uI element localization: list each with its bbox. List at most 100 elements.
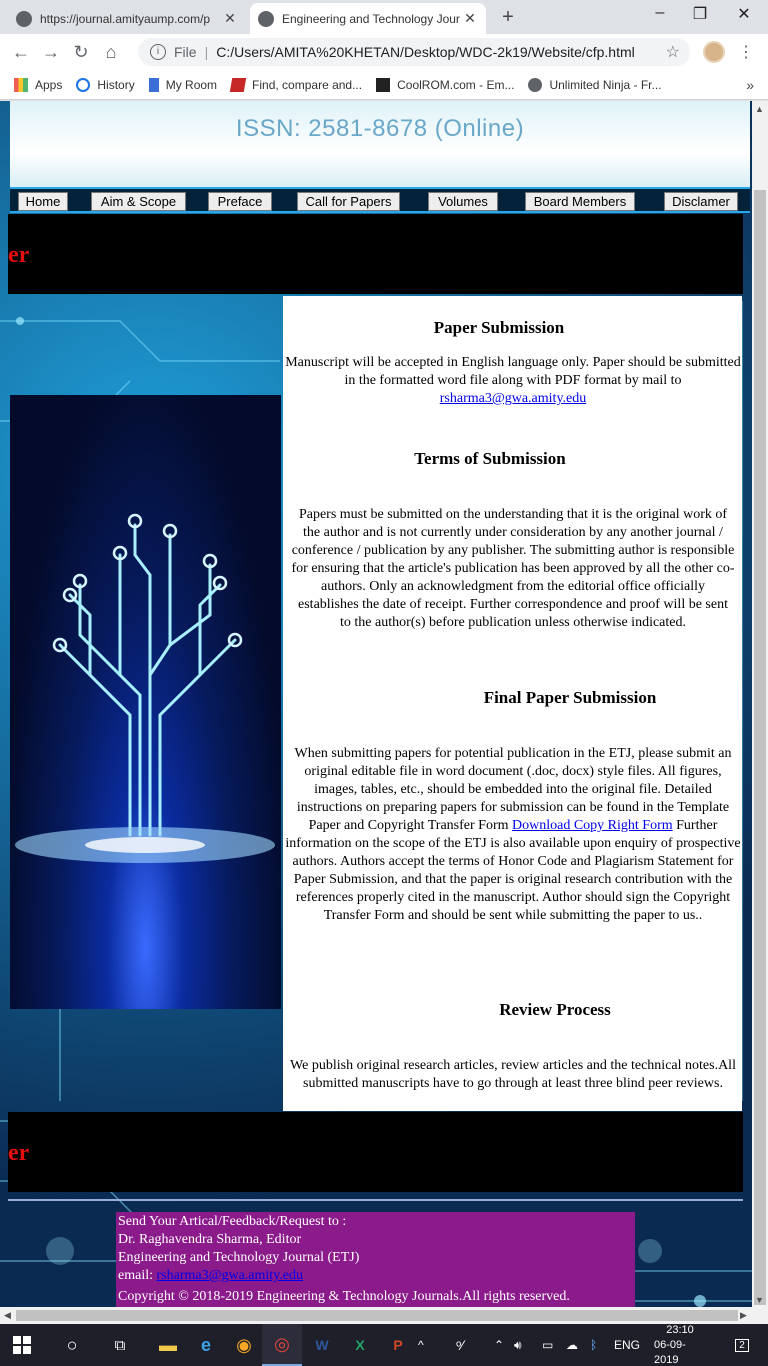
tray-up-icon[interactable]: ⌃: [494, 1324, 504, 1366]
browser-tab-1[interactable]: https://journal.amityaump.com/p ✕: [8, 3, 246, 34]
bluetooth-icon[interactable]: ᛒ: [590, 1324, 597, 1366]
address-separator: |: [204, 44, 209, 60]
address-bar[interactable]: i File | C:/Users/AMITA%20KHETAN/Desktop…: [138, 38, 690, 66]
scroll-right-arrow-icon[interactable]: ▶: [740, 1310, 747, 1321]
history-icon: [76, 77, 91, 92]
nav-call-for-papers[interactable]: Call for Papers: [297, 192, 400, 211]
section-title-final-submission: Final Paper Submission: [483, 688, 657, 707]
section-text-terms: Papers must be submitted on the understa…: [291, 507, 735, 630]
section-text-review-process: We publish original research articles, r…: [290, 1058, 736, 1091]
bookmark-coolrom[interactable]: CoolROM.com - Em...: [376, 77, 515, 92]
circuit-tree-image: [10, 395, 281, 1009]
bookmark-my-room[interactable]: My Room: [148, 77, 218, 92]
tab-strip: https://journal.amityaump.com/p ✕ Engine…: [0, 0, 768, 34]
menu-icon[interactable]: ⋮: [738, 42, 754, 62]
nav-preface[interactable]: Preface: [208, 192, 272, 211]
horizontal-scroll-thumb[interactable]: [16, 1310, 738, 1321]
more-bookmarks-icon[interactable]: »: [746, 77, 754, 93]
volume-icon[interactable]: 🔊︎: [514, 1324, 522, 1366]
search-circle-icon[interactable]: ○: [52, 1324, 92, 1366]
submission-email-link[interactable]: rsharma3@gwa.amity.edu: [440, 391, 587, 406]
browser-tab-2[interactable]: Engineering and Technology Jour ✕: [250, 3, 486, 34]
nav-aim-scope[interactable]: Aim & Scope: [91, 192, 186, 211]
tray-chevron-icon[interactable]: ^: [418, 1324, 424, 1366]
footer-email-label: email:: [118, 1268, 153, 1283]
marquee-bar-top: er: [8, 214, 743, 294]
tab-title: https://journal.amityaump.com/p: [40, 11, 211, 26]
bookmark-apps[interactable]: Apps: [14, 77, 63, 92]
close-icon[interactable]: ✕: [222, 10, 238, 27]
network-icon[interactable]: ☁: [566, 1324, 578, 1366]
close-window-button[interactable]: ✕: [724, 4, 764, 24]
bookmark-star-icon[interactable]: ☆: [666, 42, 680, 62]
browser-toolbar: ← → ↻ ⌂ i File | C:/Users/AMITA%20KHETAN…: [0, 34, 768, 70]
section-text-paper-submission: Manuscript will be accepted in English l…: [285, 354, 741, 408]
battery-icon[interactable]: ▭: [542, 1324, 553, 1366]
clock[interactable]: 23:10 06-09-2019: [654, 1324, 706, 1366]
bookmark-label: Apps: [35, 77, 63, 92]
footer-email-link[interactable]: rsharma3@gwa.amity.edu: [157, 1268, 304, 1283]
circuit-tree-graphic: [15, 513, 275, 863]
app-shield-icon[interactable]: ◉: [224, 1324, 264, 1366]
globe-icon: [258, 10, 274, 27]
reload-icon[interactable]: ↻: [66, 42, 96, 63]
scroll-left-arrow-icon[interactable]: ◀: [4, 1310, 11, 1321]
footer-email-row: email: rsharma3@gwa.amity.edu: [118, 1267, 633, 1285]
close-icon[interactable]: ✕: [462, 10, 478, 27]
task-view-icon[interactable]: ⧉: [100, 1324, 140, 1366]
bookmark-label: My Room: [165, 77, 218, 92]
bookmark-unlimited-ninja[interactable]: Unlimited Ninja - Fr...: [528, 77, 662, 92]
word-icon[interactable]: W: [302, 1324, 342, 1366]
powerpoint-icon[interactable]: P: [378, 1324, 418, 1366]
start-windows-icon[interactable]: [2, 1324, 42, 1366]
restore-button[interactable]: ❐: [680, 4, 720, 24]
new-tab-button[interactable]: +: [496, 6, 520, 29]
people-icon[interactable]: ᵒ⁄: [456, 1324, 464, 1366]
tab-title: Engineering and Technology Jour: [282, 11, 460, 26]
file-explorer-icon[interactable]: ▬: [148, 1324, 188, 1366]
clock-time: 23:10: [666, 1323, 694, 1336]
back-icon[interactable]: ←: [6, 42, 36, 63]
bookmark-label: History: [97, 77, 135, 92]
section-title-review-process: Review Process: [499, 1000, 611, 1019]
globe-icon: [528, 77, 543, 92]
edge-icon[interactable]: e: [186, 1324, 226, 1366]
footer-line-3: Engineering and Technology Journal (ETJ): [118, 1250, 360, 1265]
marquee-text: er: [8, 242, 30, 268]
clock-date: 06-09-2019: [654, 1338, 686, 1366]
excel-icon[interactable]: X: [340, 1324, 380, 1366]
site-nav: Home Aim & Scope Preface Call for Papers…: [10, 187, 750, 213]
minimize-button[interactable]: –: [640, 4, 680, 22]
page-viewport: ISSN: 2581-8678 (Online) Home Aim & Scop…: [0, 101, 768, 1324]
section-text-final-submission: When submitting papers for potential pub…: [285, 745, 741, 925]
nav-board-members[interactable]: Board Members: [525, 192, 635, 211]
nav-home[interactable]: Home: [18, 192, 68, 211]
nav-disclamer[interactable]: Disclamer: [664, 192, 738, 211]
scroll-down-arrow-icon[interactable]: ▼: [755, 1295, 764, 1305]
marquee-text: er: [8, 1140, 30, 1166]
document-icon: [148, 77, 159, 92]
bookmark-find-compare[interactable]: Find, compare and...: [229, 77, 363, 92]
nav-volumes[interactable]: Volumes: [428, 192, 498, 211]
book-icon: [229, 77, 247, 92]
chrome-icon[interactable]: ◎: [262, 1324, 302, 1366]
download-copyright-form-link[interactable]: Download Copy Right Form: [512, 818, 673, 833]
vertical-scroll-thumb[interactable]: [754, 190, 766, 1305]
home-icon[interactable]: ⌂: [96, 42, 126, 63]
bookmark-label: CoolROM.com - Em...: [397, 77, 515, 92]
language-indicator[interactable]: ENG: [614, 1324, 640, 1366]
coolrom-icon: [376, 77, 391, 92]
info-icon[interactable]: i: [150, 44, 166, 60]
footer-line-2: Dr. Raghavendra Sharma, Editor: [118, 1232, 302, 1247]
bookmark-label: Unlimited Ninja - Fr...: [549, 77, 662, 92]
paper-submission-text: Manuscript will be accepted in English l…: [285, 355, 741, 388]
forward-icon[interactable]: →: [36, 42, 66, 63]
address-url: C:/Users/AMITA%20KHETAN/Desktop/WDC-2k19…: [216, 44, 635, 60]
notification-center-icon[interactable]: 2: [728, 1324, 756, 1366]
scroll-up-arrow-icon[interactable]: ▲: [755, 104, 764, 114]
bookmark-label: Find, compare and...: [252, 77, 363, 92]
bookmark-history[interactable]: History: [76, 77, 135, 92]
globe-icon: [16, 10, 32, 27]
apps-grid-icon: [14, 77, 28, 92]
profile-avatar[interactable]: [703, 41, 725, 63]
